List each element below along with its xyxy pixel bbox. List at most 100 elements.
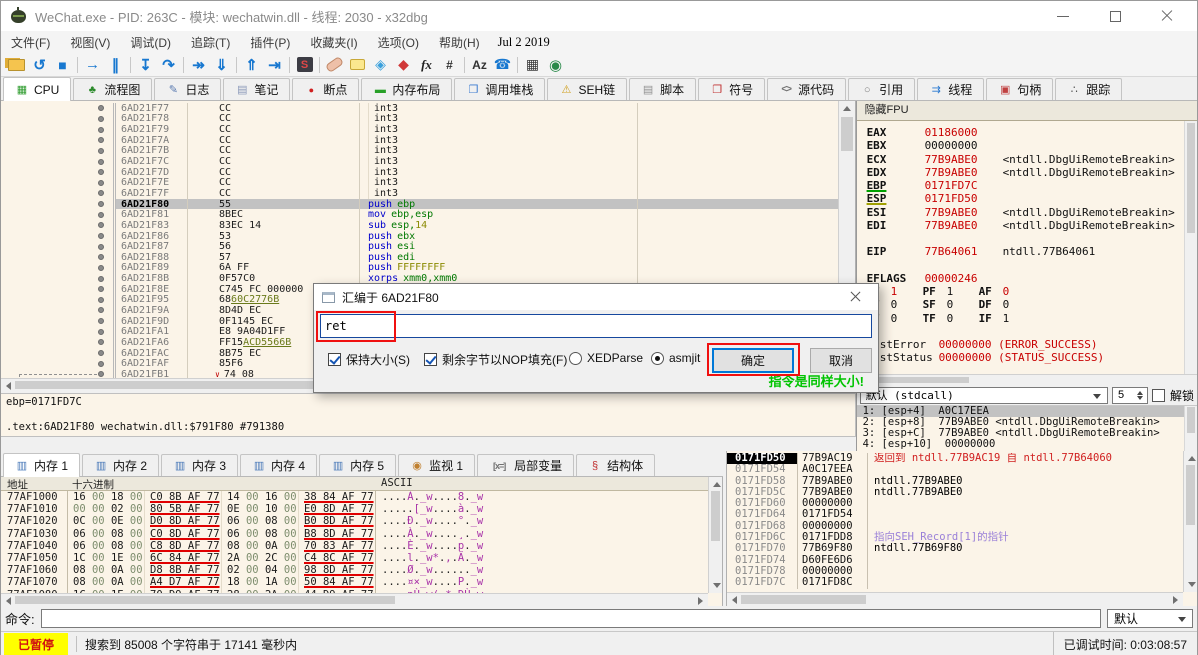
execute-till-return-icon[interactable]: ↠ bbox=[187, 55, 210, 75]
fill-with-nops-checkbox[interactable]: 剩余字节以NOP填充(F) bbox=[424, 351, 567, 368]
toolbar-separator[interactable] bbox=[319, 57, 320, 73]
labels-icon[interactable]: ◈ bbox=[369, 55, 392, 75]
breakpoint-dot[interactable] bbox=[98, 254, 104, 260]
tab-source[interactable]: <> 源代码 bbox=[767, 78, 846, 100]
breakpoint-dot[interactable] bbox=[98, 212, 104, 218]
disasm-row[interactable]: 6AD21F7A CC int3 bbox=[1, 135, 838, 146]
tab-watch-1[interactable]: ◉ 监视 1 bbox=[398, 454, 475, 476]
arguments-scrollbar[interactable] bbox=[1184, 406, 1197, 451]
options-globe-icon[interactable]: ◉ bbox=[544, 55, 567, 75]
functions-icon[interactable]: fx bbox=[415, 55, 438, 75]
notifications-icon[interactable]: ☎ bbox=[491, 55, 514, 75]
memory-row[interactable]: 77AF1020 0C 00 0E 00 D0 8D AF 77 06 00 0… bbox=[1, 515, 708, 527]
scroll-left-arrow[interactable] bbox=[6, 382, 11, 390]
breakpoint-dot[interactable] bbox=[98, 329, 104, 335]
bookmarks-icon[interactable]: ◆ bbox=[392, 55, 415, 75]
memory-row[interactable]: 77AF1050 1C 00 1E 00 6C 84 AF 77 2A 00 2… bbox=[1, 552, 708, 564]
breakpoint-dot[interactable] bbox=[98, 339, 104, 345]
radio-on-icon[interactable] bbox=[651, 352, 664, 365]
stack-row[interactable]: 0171FD60 00000000 bbox=[727, 498, 1183, 509]
disasm-row[interactable]: 6AD21F7C CC int3 bbox=[1, 156, 838, 167]
register-row[interactable]: EDX77B9ABE0<ntdll.DbgUiRemoteBreakin> bbox=[867, 166, 1181, 179]
memory-row[interactable]: 77AF1000 16 00 18 00 C0 8B AF 77 14 00 1… bbox=[1, 491, 708, 503]
toolbar-separator[interactable] bbox=[517, 57, 518, 73]
unlock-checkbox[interactable]: 解锁 bbox=[1152, 387, 1194, 404]
stack-row[interactable]: 0171FD5C 77B9ABE0 ntdll.77B9ABE0 bbox=[727, 487, 1183, 498]
tab-dump-4[interactable]: ▥ 内存 4 bbox=[240, 454, 317, 476]
toolbar-separator[interactable] bbox=[183, 57, 184, 73]
breakpoint-dot[interactable] bbox=[98, 169, 104, 175]
tab-notes[interactable]: ▤ 笔记 bbox=[223, 78, 290, 100]
breakpoint-dot[interactable] bbox=[98, 307, 104, 313]
stack-row[interactable]: 0171FD54 A0C17EEA bbox=[727, 464, 1183, 475]
memory-row[interactable]: 77AF1040 06 00 08 00 C8 8D AF 77 08 00 0… bbox=[1, 540, 708, 552]
argument-count-stepper[interactable]: 5 bbox=[1112, 387, 1148, 404]
stack-row[interactable]: 0171FD7C 0171FD8C bbox=[727, 577, 1183, 588]
last-error-row[interactable]: LastError00000000 (ERROR_SUCCESS) bbox=[867, 338, 1181, 351]
toolbar-separator[interactable] bbox=[77, 57, 78, 73]
dialog-close-icon[interactable] bbox=[840, 284, 870, 310]
run-icon[interactable]: → bbox=[81, 55, 104, 75]
cancel-button[interactable]: 取消 bbox=[810, 348, 872, 373]
stack-row[interactable]: 0171FD74 D60FE6D6 bbox=[727, 555, 1183, 566]
disasm-row[interactable]: 6AD21F88 57 pushedi bbox=[1, 252, 838, 263]
disasm-row[interactable]: 6AD21F87 56 pushesi bbox=[1, 241, 838, 252]
patches-icon[interactable] bbox=[323, 55, 346, 75]
disasm-row[interactable]: 6AD21F80 55 pushebp bbox=[1, 199, 838, 210]
register-row[interactable]: EBX00000000 bbox=[867, 139, 1181, 152]
disasm-row[interactable]: 6AD21F81 8BEC movebp,esp bbox=[1, 209, 838, 220]
memory-row[interactable]: 77AF1010 00 00 02 00 80 5B AF 77 0E 00 1… bbox=[1, 503, 708, 515]
text-encoding-icon[interactable]: Az bbox=[468, 55, 491, 75]
tab-breakpoints[interactable]: ● 断点 bbox=[292, 78, 359, 100]
tab-graph[interactable]: ♣ 流程图 bbox=[73, 78, 152, 100]
memory-row[interactable]: 77AF1030 06 00 08 00 C0 8D AF 77 06 00 0… bbox=[1, 528, 708, 540]
xedparse-radio[interactable]: XEDParse bbox=[569, 351, 643, 365]
stack-row[interactable]: 0171FD64 0171FD54 bbox=[727, 509, 1183, 520]
disasm-row[interactable]: 6AD21F7F CC int3 bbox=[1, 188, 838, 199]
breakpoint-dot[interactable] bbox=[98, 297, 104, 303]
stack-row[interactable]: 0171FD50 77B9AC19 返回到 ntdll.77B9AC19 自 n… bbox=[727, 453, 1183, 464]
comments-icon[interactable] bbox=[346, 55, 369, 75]
tab-log[interactable]: ✎ 日志 bbox=[154, 78, 221, 100]
disasm-row[interactable]: 6AD21F77 CC int3 bbox=[1, 103, 838, 114]
disasm-row[interactable]: 6AD21F7B CC int3 bbox=[1, 146, 838, 157]
tab-cpu[interactable]: ▦ CPU bbox=[3, 77, 71, 101]
breakpoint-dot[interactable] bbox=[98, 276, 104, 282]
flags-row[interactable]: CF0TF0IF1 bbox=[867, 312, 1181, 325]
tab-references[interactable]: ○ 引用 bbox=[848, 78, 915, 100]
breakpoint-dot[interactable] bbox=[98, 318, 104, 324]
tab-call-stack[interactable]: ❐ 调用堆栈 bbox=[454, 78, 545, 100]
memory-row[interactable]: 77AF1070 08 00 0A 00 A4 D7 AF 77 18 00 1… bbox=[1, 576, 708, 588]
tab-dump-2[interactable]: ▥ 内存 2 bbox=[82, 454, 159, 476]
dialog-title-bar[interactable]: 汇编于 6AD21F80 bbox=[314, 284, 878, 310]
toolbar-separator[interactable] bbox=[289, 57, 290, 73]
tab-handles[interactable]: ▣ 句柄 bbox=[986, 78, 1053, 100]
breakpoint-dot[interactable] bbox=[98, 201, 104, 207]
menu-item[interactable]: 调试(D) bbox=[120, 34, 181, 51]
stack-horizontal-scrollbar[interactable] bbox=[727, 592, 1183, 606]
breakpoint-dot[interactable] bbox=[98, 361, 104, 367]
tab-locals[interactable]: [x=] 局部变量 bbox=[477, 454, 574, 476]
disasm-row[interactable]: 6AD21F7D CC int3 bbox=[1, 167, 838, 178]
maximize-icon[interactable] bbox=[1109, 10, 1121, 22]
menu-item[interactable]: 文件(F) bbox=[1, 34, 60, 51]
tab-memory-map[interactable]: ▬ 内存布局 bbox=[361, 78, 452, 100]
menu-item[interactable]: 追踪(T) bbox=[181, 34, 240, 51]
menu-item[interactable]: 收藏夹(I) bbox=[300, 34, 367, 51]
breakpoint-dot[interactable] bbox=[98, 222, 104, 228]
disasm-row[interactable]: 6AD21F86 53 pushebx bbox=[1, 231, 838, 242]
open-file-icon[interactable] bbox=[5, 55, 28, 75]
flags-row[interactable]: OF0SF0DF0 bbox=[867, 298, 1181, 311]
disasm-row[interactable]: 6AD21F89 6A FF pushFFFFFFFF bbox=[1, 263, 838, 274]
last-status-row[interactable]: LastStatus00000000 (STATUS_SUCCESS) bbox=[867, 351, 1181, 364]
scrollbar-thumb[interactable] bbox=[841, 117, 853, 151]
tab-symbols[interactable]: ❐ 符号 bbox=[698, 78, 765, 100]
breakpoint-dot[interactable] bbox=[98, 244, 104, 250]
run-to-user-code-icon[interactable]: ⇥ bbox=[263, 55, 286, 75]
disasm-row[interactable]: 6AD21F79 CC int3 bbox=[1, 124, 838, 135]
memory-horizontal-scrollbar[interactable] bbox=[1, 593, 708, 606]
registers-vertical-scrollbar[interactable] bbox=[1184, 121, 1197, 374]
tab-seh[interactable]: ⚠ SEH链 bbox=[547, 78, 627, 100]
menu-item[interactable]: 帮助(H) bbox=[429, 34, 490, 51]
close-debuggee-icon[interactable]: ■ bbox=[51, 55, 74, 75]
